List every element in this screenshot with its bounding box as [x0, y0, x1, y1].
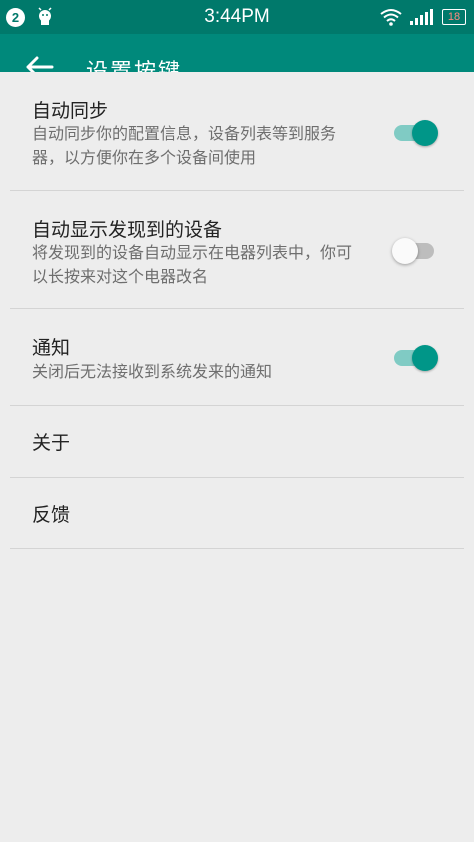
signal-icon — [410, 9, 433, 25]
auto-show-devices-toggle[interactable] — [392, 236, 438, 266]
status-bar: 2 3:44PM 18 — [0, 0, 474, 34]
setting-title: 关于 — [32, 432, 71, 454]
wifi-icon — [380, 9, 402, 26]
setting-subtitle: 自动同步你的配置信息，设备列表等到服务器，以方便你在多个设备间使用 — [32, 124, 337, 167]
setting-subtitle: 关闭后无法接收到系统发来的通知 — [32, 362, 273, 381]
setting-title: 通知 — [32, 337, 71, 359]
setting-title: 自动显示发现到的设备 — [32, 219, 223, 241]
toggle-thumb — [412, 120, 438, 146]
notifications-toggle[interactable] — [392, 343, 438, 373]
setting-notifications[interactable]: 通知 关闭后无法接收到系统发来的通知 — [10, 309, 464, 406]
toggle-thumb — [392, 238, 418, 264]
auto-sync-toggle[interactable] — [392, 118, 438, 148]
setting-title: 自动同步 — [32, 100, 109, 122]
setting-auto-show-devices[interactable]: 自动显示发现到的设备 将发现到的设备自动显示在电器列表中，你可以长按来对这个电器… — [10, 191, 464, 309]
setting-title: 反馈 — [32, 504, 71, 526]
setting-auto-sync[interactable]: 自动同步 自动同步你的配置信息，设备列表等到服务器，以方便你在多个设备间使用 — [10, 72, 464, 191]
status-bar-right: 18 — [380, 8, 466, 26]
settings-dialog: 自动同步 自动同步你的配置信息，设备列表等到服务器，以方便你在多个设备间使用 自… — [0, 72, 474, 842]
app-toolbar: 设置按键 — [0, 34, 474, 76]
battery-icon: 18 — [442, 9, 466, 25]
setting-subtitle: 将发现到的设备自动显示在电器列表中，你可以长按来对这个电器改名 — [32, 243, 353, 286]
toggle-thumb — [412, 345, 438, 371]
setting-about[interactable]: 关于 — [10, 406, 464, 478]
setting-feedback[interactable]: 反馈 — [10, 478, 464, 549]
